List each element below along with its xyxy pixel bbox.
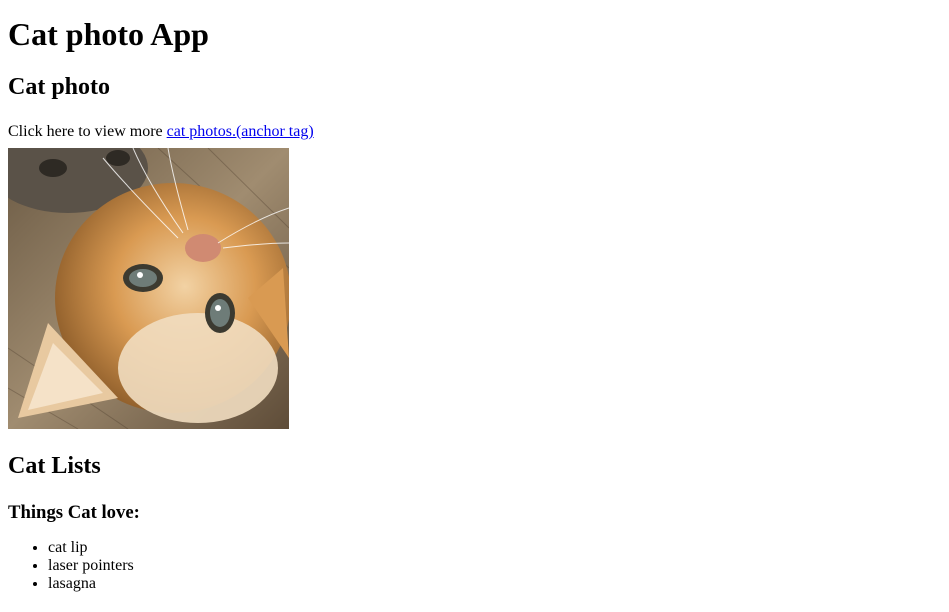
cat-photo-image <box>8 148 289 429</box>
intro-label: Click here to view more <box>8 123 167 140</box>
page-title: Cat photo App <box>8 16 209 52</box>
photo-intro-text: Click here to view more cat photos.(anch… <box>8 122 941 142</box>
page-content: Cat photo App Cat photo Click here to vi… <box>0 14 949 593</box>
list-item: laser pointers <box>48 557 941 575</box>
list-item: lasagna <box>48 575 941 593</box>
photo-section-heading: Cat photo <box>8 74 111 100</box>
lists-subheading: Things Cat love: <box>8 502 140 523</box>
cat-photos-link[interactable]: cat photos.(anchor tag) <box>167 123 314 140</box>
list-item: cat lip <box>48 539 941 557</box>
cat-loves-list: cat lip laser pointers lasagna <box>8 539 941 593</box>
lists-section-heading: Cat Lists <box>8 453 101 479</box>
